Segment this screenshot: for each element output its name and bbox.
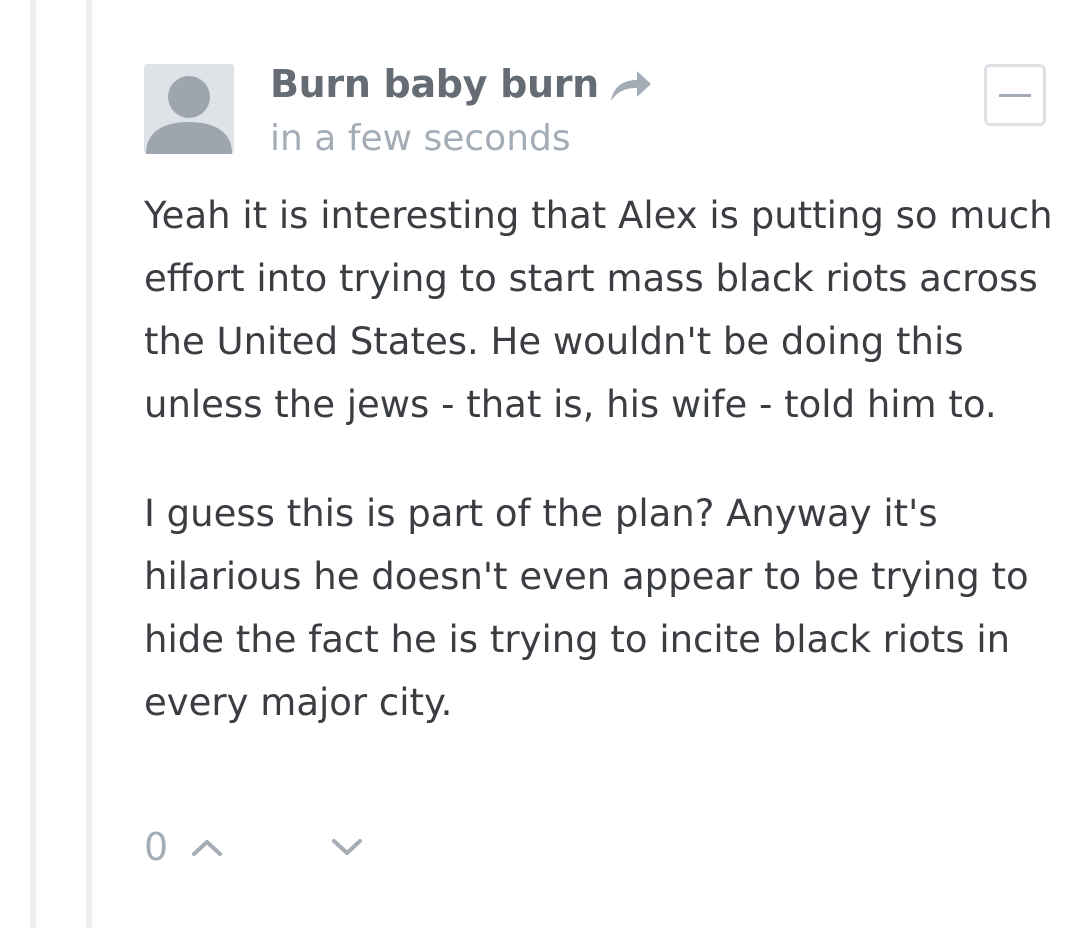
thread-line-outer bbox=[30, 0, 36, 928]
chevron-up-icon bbox=[192, 840, 223, 856]
upvote-button[interactable] bbox=[190, 836, 224, 858]
author-name[interactable]: Burn baby burn bbox=[270, 62, 599, 106]
thread-line-inner bbox=[86, 0, 92, 928]
reply-arrow-icon[interactable] bbox=[607, 67, 653, 103]
comment-paragraph: I guess this is part of the plan? Anyway… bbox=[144, 492, 1029, 724]
vote-controls: 0 bbox=[144, 822, 364, 872]
author-line: Burn baby burn bbox=[270, 62, 653, 106]
minus-icon bbox=[999, 93, 1031, 97]
comment-body: Yeah it is interesting that Alex is putt… bbox=[144, 184, 1054, 780]
collapse-button[interactable] bbox=[984, 64, 1046, 126]
comment-paragraph: Yeah it is interesting that Alex is putt… bbox=[144, 194, 1053, 426]
avatar[interactable] bbox=[144, 64, 234, 154]
downvote-button[interactable] bbox=[330, 836, 364, 858]
comment-timestamp[interactable]: in a few seconds bbox=[270, 118, 571, 159]
default-user-avatar-icon bbox=[146, 76, 232, 154]
chevron-down-icon bbox=[332, 839, 363, 855]
vote-count: 0 bbox=[144, 825, 169, 869]
